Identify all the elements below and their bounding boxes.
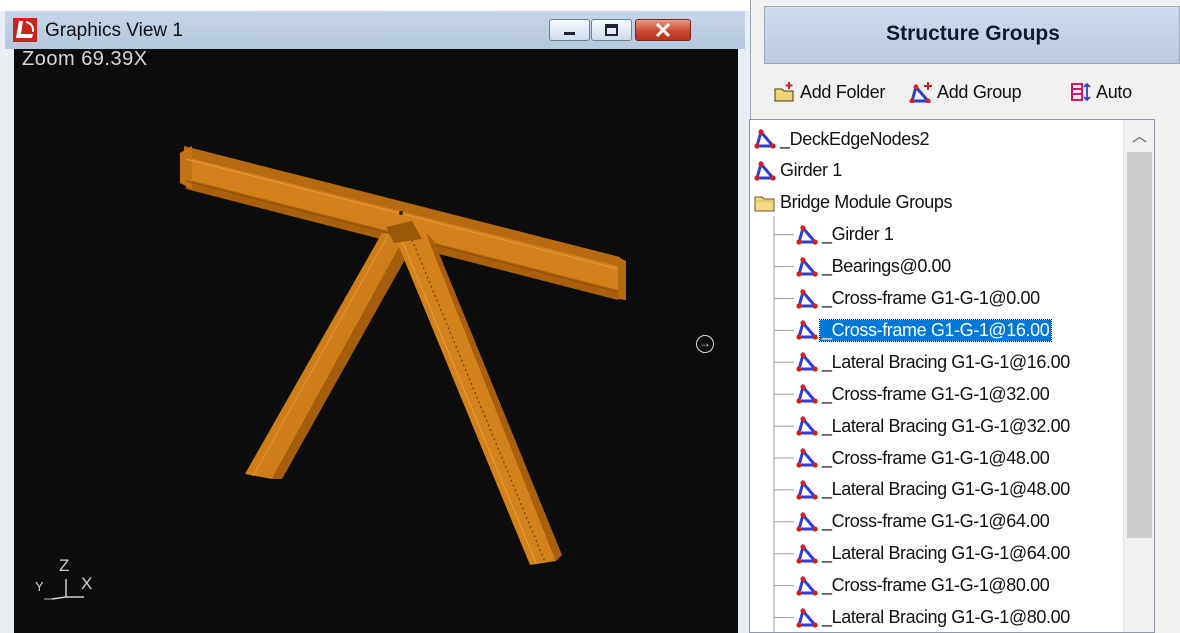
- structure-groups-panel: Structure Groups Add Folder Add Group Au…: [749, 0, 1180, 633]
- panel-title: Structure Groups: [886, 22, 1060, 45]
- tree-item[interactable]: _Cross-frame G1-G-1@64.00: [795, 507, 1050, 537]
- minimize-button[interactable]: [549, 19, 590, 41]
- tree-item[interactable]: _Cross-frame G1-G-1@32.00: [795, 379, 1050, 409]
- auto-label: Auto: [1096, 81, 1132, 102]
- zoom-label: Zoom: [22, 49, 76, 70]
- add-folder-label: Add Folder: [800, 81, 886, 102]
- tree-item[interactable]: _DeckEdgeNodes2: [753, 124, 930, 154]
- structure-group-icon: [754, 128, 777, 149]
- graphics-view-titlebar[interactable]: Graphics View 1: [5, 11, 745, 49]
- add-folder-button[interactable]: Add Folder: [774, 78, 885, 106]
- tree-item-label: _Lateral Bracing G1-G-1@16.00: [822, 351, 1070, 372]
- structure-group-icon: [796, 288, 819, 309]
- tree-item[interactable]: _Cross-frame G1-G-1@80.00: [795, 571, 1050, 601]
- tree-item-label: Bridge Module Groups: [780, 192, 953, 213]
- chevron-up-icon: ︿: [1131, 128, 1147, 145]
- window-title: Graphics View 1: [45, 20, 183, 41]
- tree-item-label: _Cross-frame G1-G-1@48.00: [822, 447, 1050, 468]
- tree-item-label: _Girder 1: [822, 224, 894, 245]
- panel-toolbar: Add Folder Add Group Auto: [764, 64, 1180, 118]
- tree-item-label: _Bearings@0.00: [822, 256, 951, 277]
- auto-group-icon: [1071, 82, 1091, 102]
- structure-group-icon: [754, 160, 777, 181]
- restore-button[interactable]: [591, 19, 632, 41]
- tree-item[interactable]: _Cross-frame G1-G-1@0.00: [795, 284, 1040, 314]
- tree-item[interactable]: _Lateral Bracing G1-G-1@80.00: [795, 603, 1070, 633]
- structure-group-icon: [796, 575, 819, 596]
- tree-item-label: _Lateral Bracing G1-G-1@80.00: [822, 607, 1070, 627]
- app-logo-icon: [13, 18, 37, 42]
- tree-item[interactable]: _Lateral Bracing G1-G-1@48.00: [795, 475, 1070, 505]
- tree-item[interactable]: _Bearings@0.00: [795, 252, 951, 282]
- graphics-viewport[interactable]: Zoom 69.39X → Z X Y: [14, 49, 738, 633]
- panel-header: Structure Groups: [764, 6, 1180, 64]
- structure-group-icon: [796, 384, 819, 404]
- bridge-model-render[interactable]: [14, 49, 738, 633]
- auto-group-button[interactable]: Auto: [1070, 78, 1132, 106]
- folder-icon: [754, 196, 775, 212]
- structure-group-icon: [796, 447, 819, 468]
- tree-item-label: _Lateral Bracing G1-G-1@48.00: [822, 479, 1070, 500]
- close-button[interactable]: [635, 19, 691, 41]
- add-group-label: Add Group: [937, 81, 1022, 102]
- tree-item[interactable]: _Girder 1: [795, 220, 894, 250]
- tree-item-label: _Lateral Bracing G1-G-1@64.00: [822, 543, 1070, 564]
- expand-panel-button[interactable]: →: [696, 335, 714, 353]
- tree-item[interactable]: _Cross-frame G1-G-1@16.00: [795, 315, 1053, 345]
- tree-item-label: _DeckEdgeNodes2: [780, 128, 930, 149]
- tree-item-label: _Cross-frame G1-G-1@0.00: [822, 288, 1040, 308]
- tree-scrollbar[interactable]: ︿: [1123, 120, 1154, 632]
- tree-item-label: _Cross-frame G1-G-1@32.00: [822, 383, 1050, 404]
- axis-z-label: Z: [59, 556, 70, 575]
- structure-group-icon: [796, 352, 819, 372]
- structure-group-icon: [796, 479, 819, 500]
- scroll-up-button[interactable]: ︿: [1124, 120, 1154, 150]
- structure-group-icon: [796, 607, 819, 628]
- tree-item[interactable]: _Lateral Bracing G1-G-1@16.00: [795, 347, 1070, 377]
- structure-groups-tree[interactable]: _DeckEdgeNodes2 Girder 1 Bridge Module Gro…: [749, 119, 1155, 633]
- tree-item-label: _Cross-frame G1-G-1@16.00: [818, 318, 1053, 342]
- zoom-readout: Zoom 69.39X: [22, 49, 148, 71]
- axis-triad-icon: [44, 579, 84, 600]
- tree-item[interactable]: _Cross-frame G1-G-1@48.00: [795, 443, 1050, 473]
- arrow-right-icon: →: [699, 336, 711, 350]
- zoom-value: 69.39X: [81, 49, 148, 70]
- minimize-icon: [564, 32, 575, 35]
- structure-group-icon: [796, 320, 819, 340]
- tree-folder[interactable]: Bridge Module Groups: [753, 188, 953, 218]
- add-folder-icon: [774, 82, 794, 102]
- restore-icon: [605, 24, 618, 36]
- add-group-button[interactable]: Add Group: [909, 78, 1022, 106]
- structure-group-icon: [796, 416, 819, 436]
- scroll-thumb[interactable]: [1127, 152, 1152, 538]
- tree-item-label: _Lateral Bracing G1-G-1@32.00: [822, 415, 1070, 436]
- axis-y-label: Y: [35, 579, 44, 594]
- tree-item-label: _Cross-frame G1-G-1@80.00: [822, 575, 1050, 596]
- tree-item-label: _Cross-frame G1-G-1@64.00: [822, 511, 1050, 532]
- tree-item-label: Girder 1: [780, 160, 842, 181]
- add-group-icon: [909, 82, 932, 103]
- close-icon: [655, 22, 671, 38]
- structure-group-icon: [796, 256, 819, 277]
- structure-group-icon: [796, 543, 819, 564]
- graphics-view-window: Graphics View 1 Zoom 69.39X → Z X Y: [0, 0, 750, 633]
- structure-group-icon: [796, 511, 819, 532]
- structure-group-icon: [796, 224, 819, 245]
- tree-item[interactable]: _Lateral Bracing G1-G-1@32.00: [795, 411, 1070, 441]
- axis-x-label: X: [81, 574, 93, 593]
- tree-item[interactable]: _Lateral Bracing G1-G-1@64.00: [795, 539, 1070, 569]
- tree-item[interactable]: Girder 1: [753, 156, 842, 186]
